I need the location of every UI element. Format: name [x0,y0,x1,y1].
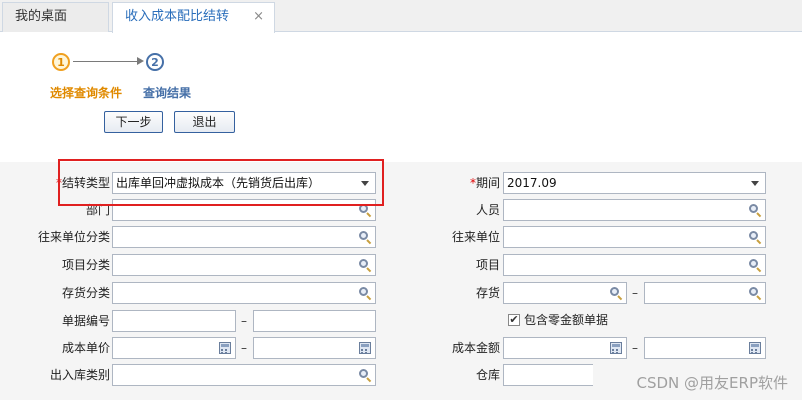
person-input[interactable] [503,199,766,221]
inventory-from-input[interactable] [503,282,627,304]
search-icon[interactable] [749,231,762,245]
next-step-button[interactable]: 下一步 [104,111,163,133]
search-icon[interactable] [359,259,372,273]
search-icon[interactable] [610,287,623,301]
io-category-label: 出入库类别 [49,368,110,382]
chevron-down-icon [751,181,759,186]
range-separator: – [632,341,638,355]
range-separator: – [632,286,638,300]
cost-amount-from-input[interactable] [503,337,627,359]
exit-button[interactable]: 退出 [174,111,235,133]
highlight-box [58,159,384,206]
step-2-indicator: 2 [146,53,164,71]
project-label: 项目 [475,258,500,272]
search-icon[interactable] [749,259,762,273]
include-zero-checkbox[interactable]: ✔ [508,314,520,326]
partner-label: 往来单位 [451,230,500,244]
page-root: 我的桌面 收入成本配比结转 × 1 2 选择查询条件 查询结果 下一步 退出 *结… [0,0,802,400]
project-category-input[interactable] [112,254,376,276]
inventory-label: 存货 [475,286,500,300]
calculator-icon[interactable] [610,342,622,354]
io-category-input[interactable] [112,364,376,386]
calculator-icon[interactable] [749,342,761,354]
search-icon[interactable] [359,287,372,301]
calculator-icon[interactable] [219,342,231,354]
close-icon[interactable]: × [253,3,264,31]
partner-category-label: 往来单位分类 [37,230,110,244]
inventory-category-input[interactable] [112,282,376,304]
doc-number-from-input[interactable] [112,310,236,332]
warehouse-label: 仓库 [475,368,500,382]
step-2-label: 查询结果 [143,86,192,100]
partner-category-input[interactable] [112,226,376,248]
step-connector [73,61,139,62]
tab-label: 我的桌面 [15,9,68,24]
watermark: CSDN @用友ERP软件 [636,374,788,392]
step-1-indicator: 1 [52,53,70,71]
calculator-icon[interactable] [359,342,371,354]
range-separator: – [241,341,247,355]
include-zero-label: 包含零金额单据 [524,313,609,327]
unit-cost-to-input[interactable] [253,337,376,359]
period-select[interactable]: 2017.09 [503,172,766,194]
inventory-to-input[interactable] [644,282,766,304]
project-category-label: 项目分类 [61,258,110,272]
project-input[interactable] [503,254,766,276]
person-label: 人员 [475,203,500,217]
tab-label: 收入成本配比结转 [125,9,230,24]
inventory-category-label: 存货分类 [61,286,110,300]
search-icon[interactable] [359,369,372,383]
tab-my-desktop[interactable]: 我的桌面 [2,2,109,32]
doc-number-to-input[interactable] [253,310,376,332]
arrow-right-icon [137,57,144,65]
search-icon[interactable] [359,231,372,245]
search-icon[interactable] [749,287,762,301]
tab-income-cost-transfer[interactable]: 收入成本配比结转 × [112,2,275,33]
cost-amount-to-input[interactable] [644,337,766,359]
partner-input[interactable] [503,226,766,248]
warehouse-input[interactable] [503,364,593,386]
search-icon[interactable] [749,204,762,218]
tab-bar: 我的桌面 收入成本配比结转 × [0,0,802,33]
unit-cost-label: 成本单价 [61,341,110,355]
doc-number-label: 单据编号 [61,314,110,328]
step-1-label: 选择查询条件 [50,86,123,100]
range-separator: – [241,314,247,328]
unit-cost-from-input[interactable] [112,337,236,359]
period-label: *期间 [469,176,500,190]
cost-amount-label: 成本金额 [451,341,500,355]
period-value: 2017.09 [507,176,557,190]
